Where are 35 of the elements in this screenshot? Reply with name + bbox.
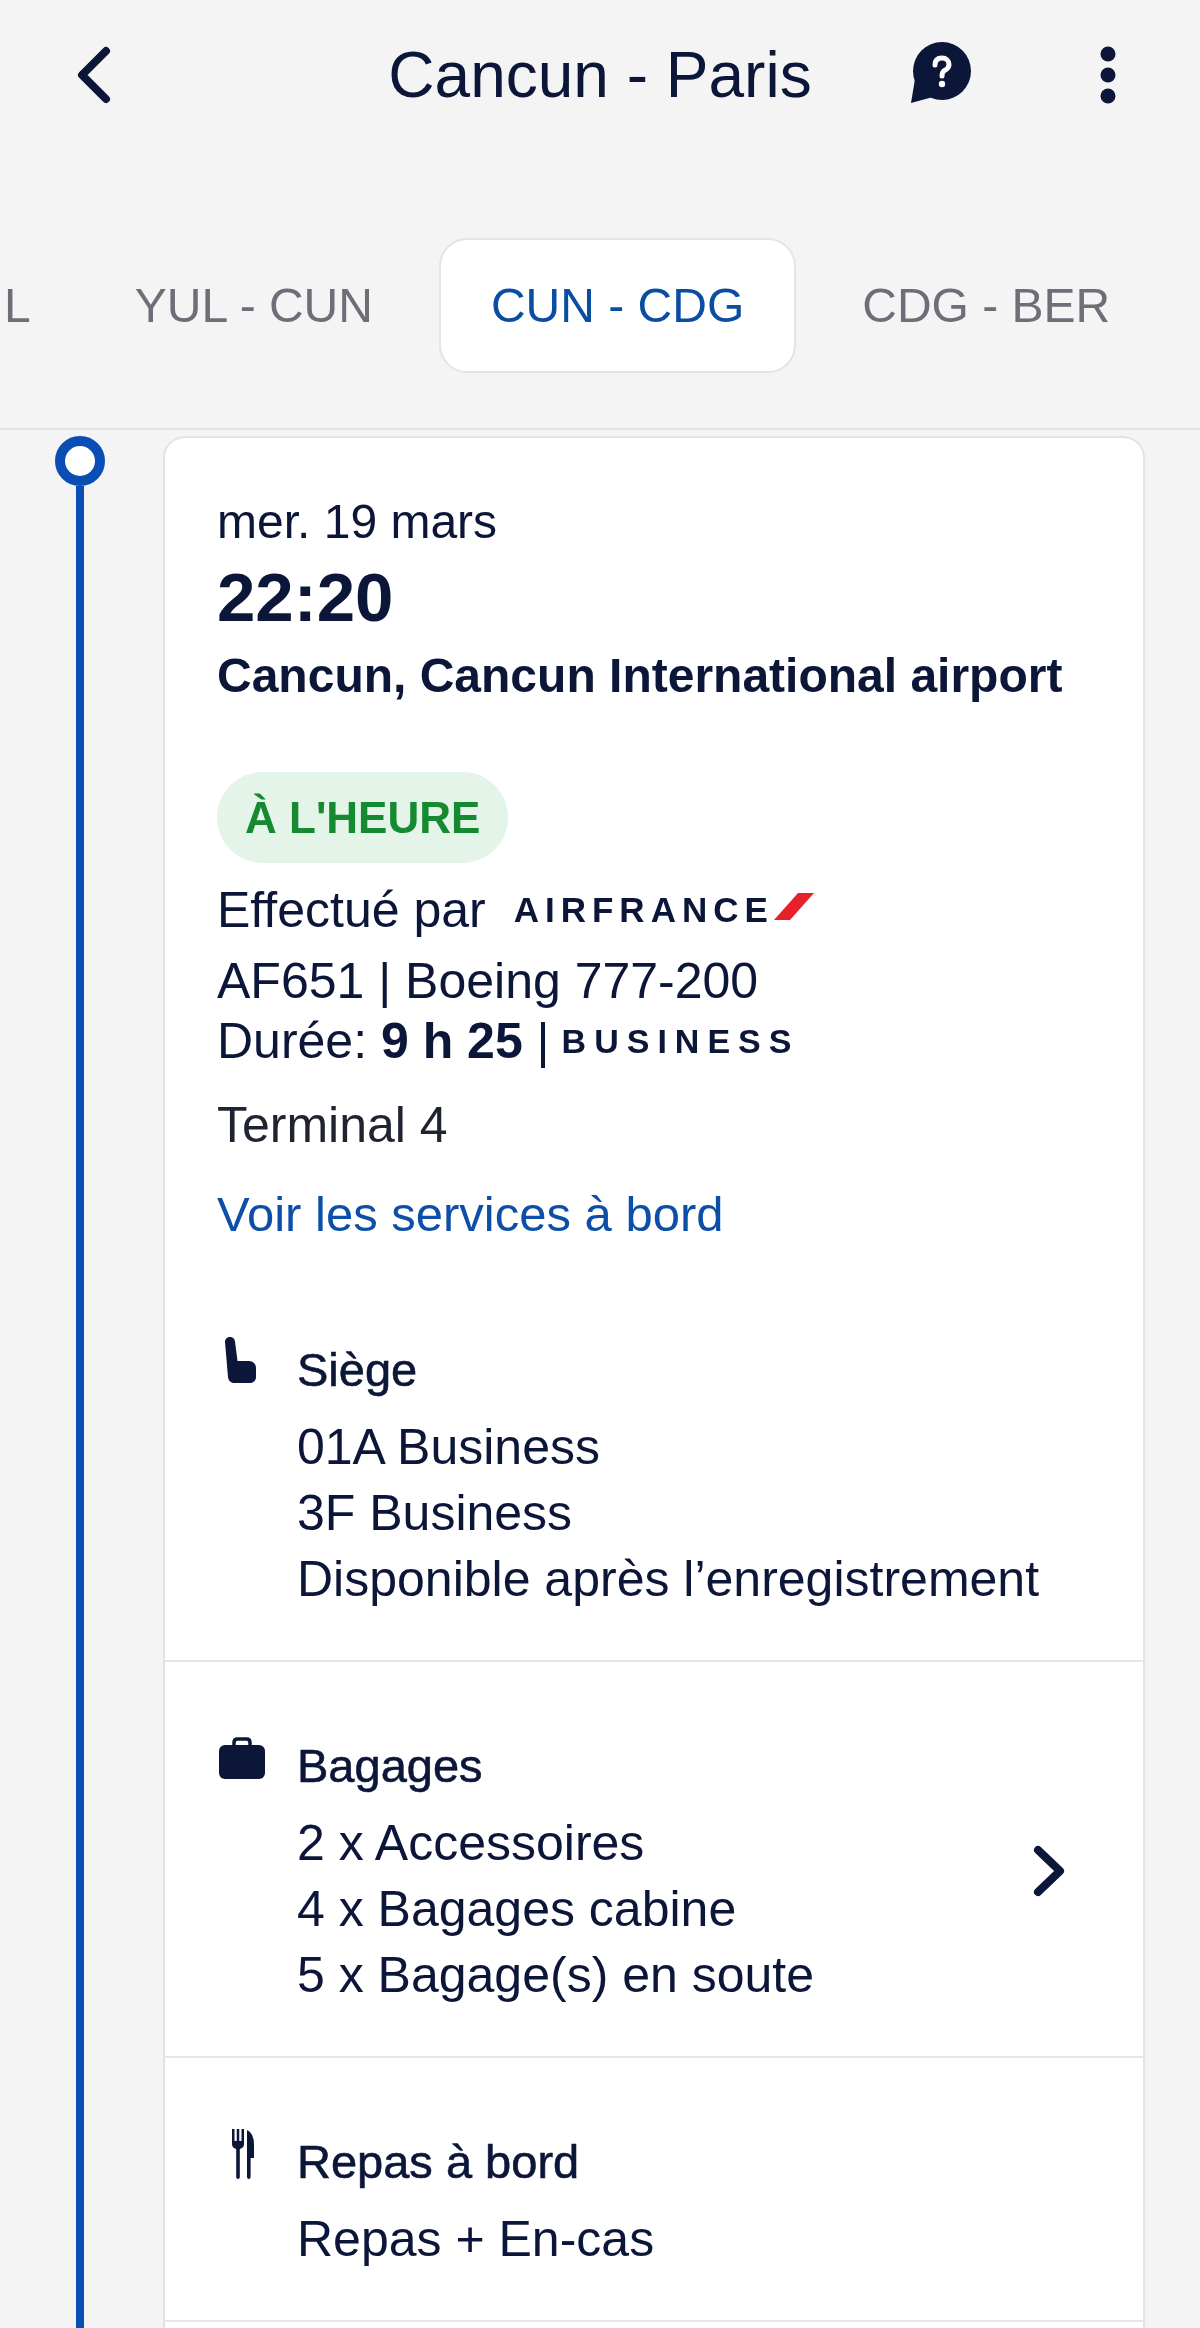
departure-time: 22:20 bbox=[217, 560, 395, 636]
section-detail: Disponible après l’enregistrement bbox=[297, 1550, 1041, 1609]
departure-date: mer. 19 mars bbox=[217, 494, 499, 550]
seat-icon bbox=[224, 1337, 256, 1383]
flight-info: AF651 | Boeing 777-200 bbox=[217, 952, 760, 1011]
section-detail: 3F Business bbox=[297, 1484, 574, 1543]
help-icon[interactable] bbox=[908, 41, 972, 105]
cabin-class-label: BUSINESS bbox=[561, 1021, 800, 1061]
route-tab[interactable]: CDG - BER bbox=[810, 238, 1163, 373]
airline-wordmark: AIRFRANCE bbox=[513, 890, 774, 930]
section-detail: 2 x Accessoires bbox=[297, 1814, 646, 1873]
route-tab[interactable]: L bbox=[0, 238, 69, 373]
section-detail: Repas + En-cas bbox=[297, 2210, 656, 2269]
route-tab[interactable]: YUL - CUN bbox=[82, 238, 425, 373]
terminal-info: Terminal 4 bbox=[217, 1096, 449, 1155]
status-badge: À L'HEURE bbox=[217, 772, 509, 863]
section-detail: 4 x Bagages cabine bbox=[297, 1880, 738, 1939]
operated-by-label: Effectué par bbox=[217, 881, 486, 940]
back-icon[interactable] bbox=[76, 46, 112, 104]
section-title: Bagages bbox=[297, 1738, 484, 1794]
more-options-icon[interactable] bbox=[1100, 46, 1116, 104]
section-detail: 01A Business bbox=[297, 1418, 601, 1477]
section-title: Repas à bord bbox=[297, 2134, 581, 2190]
suitcase-icon bbox=[219, 1737, 265, 1779]
services-link[interactable]: Voir les services à bord bbox=[217, 1184, 724, 1244]
airport-name: Cancun, Cancun International airport bbox=[217, 648, 1064, 704]
fork-knife-icon bbox=[232, 2129, 254, 2179]
section-title: Siège bbox=[297, 1342, 419, 1398]
route-tab[interactable]: CUN - CDG bbox=[438, 238, 797, 373]
slash-icon bbox=[773, 892, 814, 920]
chevron-right-icon[interactable] bbox=[1032, 1844, 1066, 1897]
page-title: Cancun - Paris bbox=[388, 38, 812, 112]
section-detail: 5 x Bagage(s) en soute bbox=[297, 1946, 815, 2005]
duration-info: Durée: 9 h 25 | bbox=[217, 1012, 550, 1071]
timeline-ring-icon bbox=[55, 436, 105, 486]
